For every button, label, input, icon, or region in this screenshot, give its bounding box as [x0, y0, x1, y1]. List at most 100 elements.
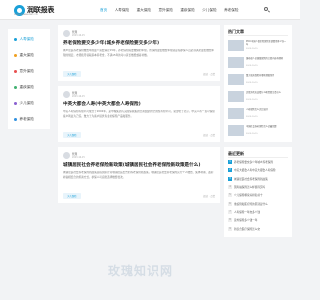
hot-article-thumbnail[interactable]	[228, 125, 244, 136]
hot-article-date: 2023-10-15	[246, 98, 258, 101]
article-list: 管理 2023-10-15 养老保险要交多少年(城乡养老保险要交多少年) 城乡居…	[58, 25, 220, 300]
article-time: 2023-10-15	[72, 155, 85, 159]
article-card[interactable]: 管理 2023-10-15 城镇居民社会养老保险新政策(城镇居民社会养老保险新政…	[58, 147, 220, 203]
watermark-text: 玫瑰知识网	[108, 264, 174, 278]
sidebar-item-life[interactable]: 人寿保险	[8, 31, 50, 47]
top-bar: 润联报表 WWW.RUNLIANBAOBIAO.COM 首页 人寿保险 重大保险…	[0, 0, 300, 20]
sidebar-item-children[interactable]: 少儿保险	[8, 95, 50, 111]
sidebar-item-label: 重大保险	[19, 52, 34, 57]
hot-article-date: 2023-10-15	[246, 115, 258, 118]
hot-articles-title: 热门文章	[228, 29, 288, 36]
nav-item-accident[interactable]: 意外保险	[158, 8, 172, 13]
rank-number: 1	[228, 160, 232, 165]
hot-article-item[interactable]: 国寿福人卓越版保险的主要内容有哪些 2023-10-15	[228, 57, 288, 70]
dot-icon	[14, 101, 17, 105]
article-card[interactable]: 管理 2023-10-15 养老保险要交多少年(城乡养老保险要交多少年) 城乡居…	[58, 25, 220, 81]
right-column: 热门文章 PICC中国人保全险保险全部费用多少钱一年 2023-10-15 国寿福…	[224, 25, 292, 242]
article-card[interactable]: 管理 2023-10-15 中英大都会人寿(中英大都会人寿保险) 中英人寿保险有…	[58, 86, 220, 142]
hot-article-item[interactable]: 人寿保险怎么买比较好 2023-10-15	[228, 108, 288, 121]
dot-icon	[14, 85, 17, 89]
avatar	[63, 152, 70, 159]
article-excerpt: 城乡居民养老保险缴费年限最少需要满足15年，养老保险需要缴纳的年限，所谓的最低缴…	[63, 49, 215, 57]
logo-mark-icon	[14, 4, 25, 16]
recent-item[interactable]: 3 城镇居民社会养老保险新政策	[228, 175, 288, 183]
article-stats: 阅读 · 点赞	[203, 133, 215, 137]
hot-article-thumbnail[interactable]	[228, 40, 244, 51]
recent-item[interactable]: 4 国寿福保险怎么样值得买吗	[228, 183, 288, 191]
recent-item-text: 重疾险和医疗险的区别是什么	[234, 202, 268, 206]
nav-item-critical[interactable]: 重疾保险	[180, 8, 194, 13]
recent-item[interactable]: 8 意外保险多少钱一年	[228, 216, 288, 224]
recent-item-text: 中英大都会人寿中英大都会人寿保险	[234, 169, 276, 173]
nav-item-children[interactable]: 少儿保险	[202, 8, 216, 13]
sidebar-item-major[interactable]: 重大保险	[8, 47, 50, 63]
sidebar-item-label: 人寿保险	[19, 36, 34, 41]
article-tag[interactable]: 少儿保险	[63, 70, 81, 77]
article-stats: 阅读 · 点赞	[203, 72, 215, 76]
nav-item-life[interactable]: 人寿保险	[115, 8, 129, 13]
recent-item-text: 人寿保险一年交多少钱	[234, 210, 260, 214]
rank-number: 5	[228, 193, 232, 198]
article-tag[interactable]: 少儿保险	[63, 131, 81, 138]
hot-article-item[interactable]: 中国社会养老保险怎么买最划算 2023-10-15	[228, 125, 288, 138]
recent-updates-box: 最近更新 1 养老保险要交多少年城乡养老保险 2 中英大都会人寿中英大都会人寿保险 …	[224, 147, 292, 237]
recent-item[interactable]: 6 重疾险和医疗险的区别是什么	[228, 199, 288, 207]
hot-article-thumbnail[interactable]	[228, 57, 244, 68]
rank-number: 9	[228, 226, 232, 231]
sidebar: 人寿保险 重大保险 意外保险 重疾保险 少儿保险 养老保险	[8, 29, 50, 129]
article-title[interactable]: 中英大都会人寿(中英大都会人寿保险)	[63, 101, 215, 108]
sidebar-item-label: 重疾保险	[19, 84, 34, 89]
hot-article-thumbnail[interactable]	[228, 91, 244, 102]
recent-updates-title: 最近更新	[228, 151, 288, 158]
nav-item-pension[interactable]: 养老保险	[224, 8, 238, 13]
rank-number: 3	[228, 176, 232, 181]
hot-article-text: 人寿保险怎么买比较好	[246, 108, 268, 111]
recent-item-text: 新农合医疗保险怎么交	[234, 227, 260, 231]
recent-item-text: 少儿保险哪家好排名前十	[234, 194, 263, 198]
rank-number: 8	[228, 218, 232, 223]
hot-article-item[interactable]: 买意外险应该看什么呢需要注意什么 2023-10-15	[228, 91, 288, 104]
article-stats: 阅读 · 点赞	[203, 194, 215, 198]
recent-item[interactable]: 1 养老保险要交多少年城乡养老保险	[228, 158, 288, 166]
hot-article-thumbnail[interactable]	[228, 108, 244, 119]
nav-item-major[interactable]: 重大保险	[137, 8, 151, 13]
hot-article-date: 2023-10-15	[246, 64, 258, 67]
hot-article-date: 2023-10-15	[246, 81, 258, 84]
sidebar-item-label: 少儿保险	[19, 100, 34, 105]
recent-item-text: 国寿福保险怎么样值得买吗	[234, 186, 266, 190]
dot-icon	[14, 117, 17, 121]
hot-article-thumbnail[interactable]	[228, 74, 244, 85]
sidebar-item-accident[interactable]: 意外保险	[8, 63, 50, 79]
recent-item[interactable]: 9 新农合医疗保险怎么交	[228, 224, 288, 232]
hot-article-item[interactable]: PICC中国人保全险保险全部费用多少钱一年 2023-10-15	[228, 40, 288, 53]
rank-number: 7	[228, 209, 232, 214]
dot-icon	[14, 53, 17, 57]
rank-number: 2	[228, 168, 232, 173]
hot-article-text: 中国社会养老保险怎么买最划算	[246, 125, 277, 128]
hot-article-item[interactable]: 重大疾病保险有哪些理赔条件 2023-10-15	[228, 74, 288, 87]
nav-item-home[interactable]: 首页	[100, 8, 107, 13]
dot-icon	[14, 69, 17, 73]
article-time: 2023-10-15	[72, 94, 85, 98]
avatar	[63, 30, 70, 37]
article-time: 2023-10-15	[72, 33, 85, 37]
sidebar-item-label: 意外保险	[19, 68, 34, 73]
article-title[interactable]: 养老保险要交多少年(城乡养老保险要交多少年)	[63, 40, 215, 47]
rank-number: 6	[228, 201, 232, 206]
logo-text: 润联报表	[27, 6, 55, 14]
search-icon	[264, 7, 268, 11]
sidebar-item-pension[interactable]: 养老保险	[8, 111, 50, 127]
recent-item[interactable]: 5 少儿保险哪家好排名前十	[228, 191, 288, 199]
hot-article-text: 国寿福人卓越版保险的主要内容有哪些	[246, 57, 284, 60]
hot-articles-box: 热门文章 PICC中国人保全险保险全部费用多少钱一年 2023-10-15 国寿福…	[224, 25, 292, 142]
recent-item[interactable]: 7 人寿保险一年交多少钱	[228, 208, 288, 216]
search-button[interactable]	[264, 7, 269, 12]
avatar	[63, 91, 70, 98]
article-tag[interactable]: 少儿保险	[63, 192, 81, 199]
recent-item-text: 养老保险要交多少年城乡养老保险	[234, 161, 273, 165]
sidebar-item-critical[interactable]: 重疾保险	[8, 79, 50, 95]
hot-article-date: 2023-10-15	[246, 47, 258, 50]
recent-item[interactable]: 2 中英大都会人寿中英大都会人寿保险	[228, 166, 288, 174]
logo-subtitle: WWW.RUNLIANBAOBIAO.COM	[14, 15, 38, 16]
article-title[interactable]: 城镇居民社会养老保险新政策(城镇居民社会养老保险新政策是什么)	[63, 162, 215, 169]
